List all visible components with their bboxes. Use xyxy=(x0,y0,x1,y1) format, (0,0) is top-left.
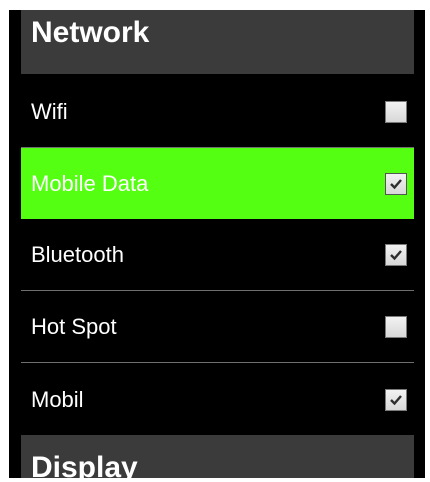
section-title: Display xyxy=(31,451,138,479)
setting-row-hot-spot[interactable]: Hot Spot xyxy=(21,292,414,363)
setting-label: Bluetooth xyxy=(31,242,124,267)
setting-label: Mobil xyxy=(31,386,84,412)
section-header-display: Display xyxy=(21,435,414,478)
checkmark-icon xyxy=(390,178,402,189)
checkmark-icon xyxy=(390,394,402,405)
setting-row-mobile-data[interactable]: Mobile Data xyxy=(21,148,414,219)
section-title: Network xyxy=(31,16,150,49)
setting-label: Wifi xyxy=(31,99,68,124)
setting-label: Hot Spot xyxy=(31,314,117,339)
setting-label: Mobile Data xyxy=(31,170,149,196)
hot-spot-checkbox[interactable] xyxy=(385,316,407,338)
wifi-checkbox[interactable] xyxy=(385,101,407,123)
section-header-network: Network xyxy=(21,10,414,74)
setting-row-mobil[interactable]: Mobil xyxy=(21,364,414,435)
mobil-checkbox[interactable] xyxy=(385,388,407,411)
checkmark-icon xyxy=(390,250,402,261)
bluetooth-checkbox[interactable] xyxy=(385,244,407,266)
setting-row-wifi[interactable]: Wifi xyxy=(21,77,414,148)
settings-panel: Network Wifi Mobile Data Bluetooth Hot S… xyxy=(9,10,425,478)
setting-row-bluetooth[interactable]: Bluetooth xyxy=(21,220,414,291)
mobile-data-checkbox[interactable] xyxy=(385,172,407,195)
